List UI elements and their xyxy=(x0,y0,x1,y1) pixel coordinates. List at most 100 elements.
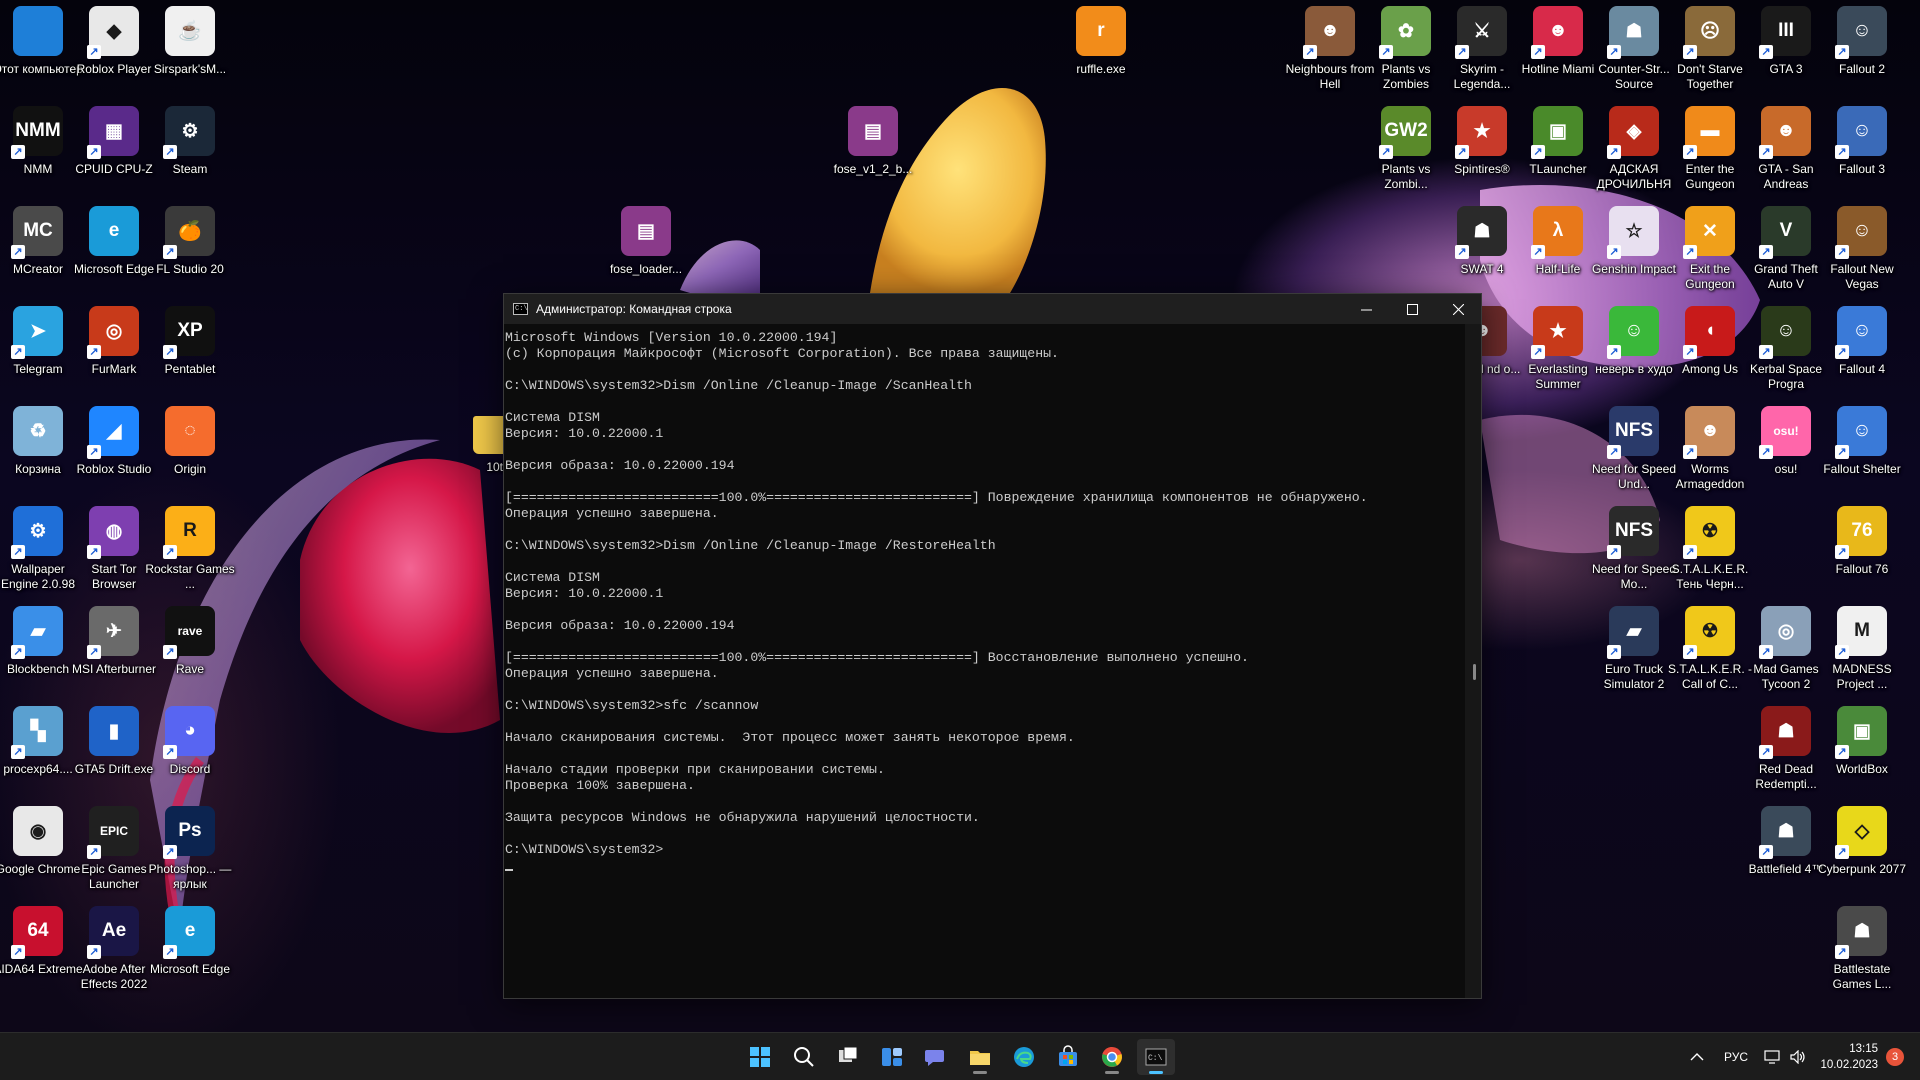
desktop-icon-discord[interactable]: ◕ ↗ Discord xyxy=(147,706,233,806)
console-output[interactable]: Microsoft Windows [Version 10.0.22000.19… xyxy=(505,324,1465,998)
command-prompt-window[interactable]: C:\ Администратор: Командная строка Micr… xyxy=(503,293,1482,999)
desktop-icon-stalker[interactable]: ☢ ↗ S.T.A.L.K.E.R. - Call of C... xyxy=(1667,606,1753,706)
desktop-icon-furmark[interactable]: ◎ ↗ FurMark xyxy=(71,306,157,406)
desktop-icon-winrar[interactable]: ▤ fose_v1_2_b... xyxy=(830,106,916,206)
desktop-icon-roblox-studio[interactable]: ◢ ↗ Roblox Studio xyxy=(71,406,157,506)
desktop-icon-epic-games[interactable]: EPIC ↗ Epic Games Launcher xyxy=(71,806,157,906)
desktop-icon-battlefield[interactable]: ☗ ↗ Battlefield 4™ xyxy=(1743,806,1829,906)
chat-button[interactable] xyxy=(917,1039,955,1075)
desktop-icon-everlasting-summer[interactable]: ★ ↗ Everlasting Summer xyxy=(1515,306,1601,406)
desktop-icon-recycle-bin[interactable]: ♻ Корзина xyxy=(0,406,81,506)
desktop-icon-after-effects[interactable]: Ae ↗ Adobe After Effects 2022 xyxy=(71,906,157,1006)
desktop-icon-gta5-drift[interactable]: ▮ GTA5 Drift.exe xyxy=(71,706,157,806)
desktop-icon-wallpaper-engine[interactable]: ⚙ ↗ Wallpaper Engine 2.0.98 xyxy=(0,506,81,606)
desktop-icon-aida64[interactable]: 64 ↗ AIDA64 Extreme xyxy=(0,906,83,1006)
desktop-icon-java[interactable]: ☕ Sirspark'sM... xyxy=(147,6,233,106)
desktop-icon-pvz-gw2[interactable]: GW2 ↗ Plants vs Zombi... xyxy=(1363,106,1449,206)
desktop-icon-exit-the-gungeon[interactable]: ✕ ↗ Exit the Gungeon xyxy=(1667,206,1753,306)
vertical-scrollbar[interactable] xyxy=(1465,324,1481,998)
desktop-icon-nfs-most-wanted[interactable]: NFS ↗ Need for Speed Mo... xyxy=(1591,506,1677,606)
desktop-icon-stalker[interactable]: ☢ ↗ S.T.A.L.K.E.R. Тень Черн... xyxy=(1667,506,1753,606)
scrollbar-thumb[interactable] xyxy=(1473,664,1476,680)
desktop-icon-fallout-nv[interactable]: ☺ ↗ Fallout New Vegas xyxy=(1819,206,1905,306)
desktop-icon-gta5[interactable]: V ↗ Grand Theft Auto V xyxy=(1743,206,1829,306)
maximize-button[interactable] xyxy=(1389,294,1435,324)
desktop-icon-spintires[interactable]: ★ ↗ Spintires® xyxy=(1439,106,1525,206)
desktop-icon-dota[interactable]: ◈ ↗ АДСКАЯ ДРОЧИЛЬНЯ xyxy=(1591,106,1677,206)
desktop-icon-fallout-shelter[interactable]: ☺ ↗ Fallout Shelter xyxy=(1819,406,1905,506)
shortcut-arrow-icon: ↗ xyxy=(1683,545,1697,559)
desktop-icon-origin[interactable]: ◌ Origin xyxy=(147,406,233,506)
desktop-icon-winrar[interactable]: ▤ fose_loader... xyxy=(603,206,689,306)
widgets-button[interactable] xyxy=(873,1039,911,1075)
desktop-icon-photoshop[interactable]: Ps ↗ Photoshop... — ярлык xyxy=(147,806,233,906)
desktop-icon-dont-starve[interactable]: ☹ ↗ Don't Starve Together xyxy=(1667,6,1753,106)
desktop-icon-fallout3[interactable]: ☺ ↗ Fallout 3 xyxy=(1819,106,1905,206)
desktop-icon-cpuz[interactable]: ▦ ↗ CPUID CPU-Z xyxy=(71,106,157,206)
desktop-icon-fallout2[interactable]: ☺ ↗ Fallout 2 xyxy=(1819,6,1905,106)
desktop-icon-pentablet[interactable]: XP ↗ Pentablet xyxy=(147,306,233,406)
desktop-icon-mcreator[interactable]: MC ↗ MCreator xyxy=(0,206,81,306)
desktop-icon-mad-games-tycoon[interactable]: ◎ ↗ Mad Games Tycoon 2 xyxy=(1743,606,1829,706)
desktop-icon-worldbox[interactable]: ▣ ↗ WorldBox xyxy=(1819,706,1905,806)
system-status-icons[interactable] xyxy=(1764,1033,1806,1080)
language-indicator[interactable]: РУС xyxy=(1724,1033,1748,1080)
desktop-icon-battlestate[interactable]: ☗ ↗ Battlestate Games L... xyxy=(1819,906,1905,1006)
desktop-icon-rockstar[interactable]: R ↗ Rockstar Games ... xyxy=(145,506,235,606)
desktop-icon-osu[interactable]: osu! ↗ osu! xyxy=(1743,406,1829,506)
desktop-icon-nmm[interactable]: NMM ↗ NMM xyxy=(0,106,81,206)
desktop-icon-skyrim[interactable]: ⚔ ↗ Skyrim - Legenda... xyxy=(1439,6,1525,106)
desktop-icon-fallout4[interactable]: ☺ ↗ Fallout 4 xyxy=(1819,306,1905,406)
desktop-icon-telegram[interactable]: ➤ ↗ Telegram xyxy=(0,306,81,406)
desktop-icon-worms[interactable]: ☻ ↗ Worms Armageddon xyxy=(1667,406,1753,506)
desktop-icon-blockbench[interactable]: ▰ ↗ Blockbench xyxy=(0,606,81,706)
desktop-icon-edge[interactable]: e Microsoft Edge xyxy=(71,206,157,306)
chrome-button[interactable] xyxy=(1093,1039,1131,1075)
desktop-icon-kerbal[interactable]: ☺ ↗ Kerbal Space Progra xyxy=(1743,306,1829,406)
desktop-icon-roblox-player[interactable]: ◆ ↗ Roblox Player xyxy=(71,6,157,106)
start-button[interactable] xyxy=(741,1039,779,1075)
desktop-icon-euro-truck[interactable]: ▰ ↗ Euro Truck Simulator 2 xyxy=(1591,606,1677,706)
desktop-icon-madness[interactable]: M ↗ MADNESS Project ... xyxy=(1819,606,1905,706)
desktop-icon-msi-afterburner[interactable]: ✈ ↗ MSI Afterburner xyxy=(71,606,157,706)
desktop-icon-steam[interactable]: ⚙ ↗ Steam xyxy=(147,106,233,206)
desktop-icon-genshin[interactable]: ☆ ↗ Genshin Impact xyxy=(1591,206,1677,306)
desktop-icon-tlauncher[interactable]: ▣ ↗ TLauncher xyxy=(1515,106,1601,206)
clock[interactable]: 13:15 10.02.2023 xyxy=(1814,1033,1878,1080)
window-titlebar[interactable]: C:\ Администратор: Командная строка xyxy=(504,294,1481,324)
desktop-icon-swat4[interactable]: ☗ ↗ SWAT 4 xyxy=(1439,206,1525,306)
desktop-icon-chrome[interactable]: ◉ Google Chrome xyxy=(0,806,81,906)
desktop-icon-ruffle[interactable]: r ruffle.exe xyxy=(1058,6,1144,106)
file-explorer-button[interactable] xyxy=(961,1039,999,1075)
desktop-icon-game[interactable]: ☺ ↗ неверь в худо xyxy=(1591,306,1677,406)
desktop-icon-pvz[interactable]: ✿ ↗ Plants vs Zombies xyxy=(1363,6,1449,106)
desktop-icon-procexp[interactable]: ▚ ↗ procexp64.... xyxy=(0,706,81,806)
desktop-icon-edge[interactable]: e ↗ Microsoft Edge xyxy=(147,906,233,1006)
desktop-icon-half-life[interactable]: λ ↗ Half-Life xyxy=(1515,206,1601,306)
desktop-icon-hotline-miami[interactable]: ☻ ↗ Hotline Miami xyxy=(1515,6,1601,106)
edge-button[interactable] xyxy=(1005,1039,1043,1075)
desktop-icon-rave[interactable]: rave ↗ Rave xyxy=(147,606,233,706)
desktop-icon-fl-studio[interactable]: 🍊 ↗ FL Studio 20 xyxy=(147,206,233,306)
desktop-icon-gta-sa[interactable]: ☻ ↗ GTA - San Andreas xyxy=(1743,106,1829,206)
close-button[interactable] xyxy=(1435,294,1481,324)
desktop-icon-neighbours-from-hell[interactable]: ☻ ↗ Neighbours from Hell xyxy=(1286,6,1374,106)
desktop-icon-nfs-underground[interactable]: NFS ↗ Need for Speed Und... xyxy=(1591,406,1677,506)
desktop-icon-gta3[interactable]: III ↗ GTA 3 xyxy=(1743,6,1829,106)
desktop-icon-fallout76[interactable]: 76 ↗ Fallout 76 xyxy=(1819,506,1905,606)
store-button[interactable] xyxy=(1049,1039,1087,1075)
desktop-icon-counter-strike[interactable]: ☗ ↗ Counter-Str... Source xyxy=(1591,6,1677,106)
task-view-button[interactable] xyxy=(829,1039,867,1075)
desktop-icon-cyberpunk[interactable]: ◇ ↗ Cyberpunk 2077 xyxy=(1818,806,1906,906)
search-button[interactable] xyxy=(785,1039,823,1075)
desktop-icon-rdr[interactable]: ☗ ↗ Red Dead Redempti... xyxy=(1743,706,1829,806)
desktop-icon-tor[interactable]: ◍ ↗ Start Tor Browser xyxy=(71,506,157,606)
desktop-icon-enter-the-gungeon[interactable]: ▬ ↗ Enter the Gungeon xyxy=(1667,106,1753,206)
terminal-button[interactable]: C:\ xyxy=(1137,1039,1175,1075)
desktop-icon-monitor[interactable]: Этот компьютер xyxy=(0,6,83,106)
minimize-button[interactable] xyxy=(1343,294,1389,324)
desktop-icon-among-us[interactable]: ◖ ↗ Among Us xyxy=(1667,306,1753,406)
show-hidden-icons-button[interactable] xyxy=(1690,1033,1704,1080)
notification-center-button[interactable]: 3 xyxy=(1886,1033,1904,1080)
window-title: Администратор: Командная строка xyxy=(536,302,732,316)
